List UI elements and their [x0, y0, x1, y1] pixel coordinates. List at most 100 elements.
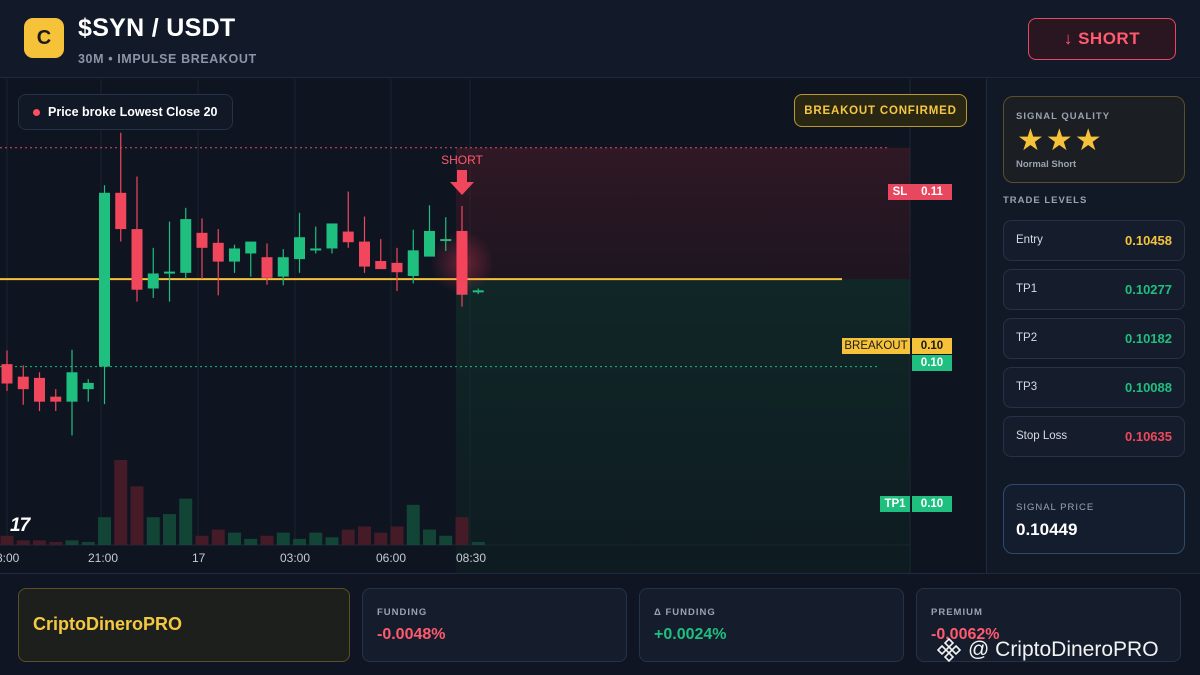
- stat-value: -0.0048%: [377, 626, 446, 643]
- time-label: 21:00: [88, 551, 119, 565]
- volume-bar: [65, 540, 79, 545]
- candle-body: [391, 262, 403, 273]
- header: C $SYN / USDT 30M • IMPULSE BREAKOUT ↓ S…: [0, 0, 1200, 78]
- delta-funding-card: Δ FUNDING +0.0024%: [639, 588, 904, 662]
- sl-tag: SL: [888, 184, 912, 200]
- volume-bar: [179, 498, 193, 545]
- volume-bar: [341, 529, 355, 545]
- volume-bar: [309, 532, 323, 545]
- volume-bar: [358, 526, 371, 545]
- volume-bar: [16, 540, 30, 545]
- volume-bar: [406, 504, 420, 545]
- time-label: 8:00: [0, 551, 20, 565]
- level-tp1: TP1 0.10277: [1003, 269, 1185, 310]
- candle-body: [17, 376, 29, 390]
- timeframe-subtitle: 30M • IMPULSE BREAKOUT: [78, 52, 257, 66]
- volume-bar: [276, 532, 290, 545]
- candle-body: [196, 232, 208, 248]
- volume-bar: [455, 517, 469, 545]
- volume-bar: [471, 541, 485, 545]
- legend-text: Price broke Lowest Close 20: [48, 105, 218, 119]
- watermark-text: @ CriptoDineroPRO: [968, 638, 1159, 661]
- target-zone: [456, 279, 910, 573]
- volume-bar: [293, 538, 306, 545]
- signal-price-title: SIGNAL PRICE: [1016, 502, 1095, 513]
- stat-value: +0.0024%: [654, 626, 727, 643]
- volume-bar: [0, 535, 14, 545]
- candle-body: [212, 242, 224, 262]
- signal-quality-title: SIGNAL QUALITY: [1016, 111, 1111, 122]
- last-price-tag: 0.10: [912, 355, 952, 371]
- price-chart[interactable]: SHORT Price broke Lowest Close 20 BREAKO…: [0, 79, 986, 573]
- volume-bar: [146, 517, 160, 545]
- level-value: 0.10458: [1125, 233, 1172, 248]
- level-label: TP3: [1016, 381, 1038, 393]
- pair-title: $SYN / USDT: [78, 14, 236, 42]
- candle-body: [245, 241, 257, 254]
- volume-bar: [325, 537, 339, 545]
- volume-bar: [33, 540, 46, 545]
- level-entry: Entry 0.10458: [1003, 220, 1185, 261]
- candle-body: [375, 260, 387, 270]
- signal-glow: [430, 230, 494, 295]
- volume-bar: [244, 538, 258, 545]
- time-label: 17: [192, 551, 206, 565]
- volume-bar: [81, 541, 95, 545]
- signal-quality-note: Normal Short: [1016, 159, 1077, 170]
- volume-bar: [114, 460, 128, 545]
- level-value: 0.10277: [1125, 282, 1172, 297]
- volume-bar: [49, 541, 63, 545]
- level-value: 0.10182: [1125, 331, 1172, 346]
- time-label: 08:30: [456, 551, 487, 565]
- volume-bar: [130, 486, 144, 545]
- candle-body: [131, 229, 143, 290]
- breakout-confirmed-badge: BREAKOUT CONFIRMED: [794, 94, 967, 127]
- candle-body: [261, 257, 273, 278]
- short-button[interactable]: ↓ SHORT: [1028, 18, 1176, 60]
- volume-bar: [374, 532, 388, 545]
- sidebar: SIGNAL QUALITY ★★★ Normal Short TRADE LE…: [986, 79, 1200, 573]
- stat-label: PREMIUM: [931, 607, 983, 618]
- tp1-tag: TP1: [880, 496, 910, 512]
- time-label: 03:00: [280, 551, 311, 565]
- tradingview-logo-icon: 17: [10, 515, 30, 536]
- binance-logo-icon: [936, 637, 962, 663]
- volume-bar: [98, 517, 111, 545]
- signal-quality-card: SIGNAL QUALITY ★★★ Normal Short: [1003, 96, 1185, 183]
- volume-bar: [211, 529, 225, 545]
- candle-body: [342, 231, 354, 243]
- volume-bar: [423, 529, 436, 545]
- sl-value-tag: 0.11: [912, 184, 952, 200]
- signal-price-card: SIGNAL PRICE 0.10449: [1003, 484, 1185, 554]
- watermark: @ CriptoDineroPRO: [936, 635, 1159, 665]
- candle-body: [66, 372, 78, 402]
- candle-body: [99, 192, 110, 367]
- candle-body: [326, 223, 338, 249]
- volume-bar: [439, 535, 453, 545]
- volume-bar: [195, 535, 209, 545]
- signal-legend: Price broke Lowest Close 20: [18, 94, 233, 130]
- breakout-tag: BREAKOUT: [842, 338, 910, 354]
- level-stop-loss: Stop Loss 0.10635: [1003, 416, 1185, 457]
- funding-card: FUNDING -0.0048%: [362, 588, 627, 662]
- candle-body: [147, 273, 159, 289]
- coin-logo: C: [24, 18, 64, 58]
- signal-price-value: 0.10449: [1016, 520, 1078, 539]
- candle-body: [294, 237, 305, 260]
- candle-body: [164, 271, 175, 274]
- level-label: TP1: [1016, 283, 1038, 295]
- candle-body: [180, 219, 192, 273]
- red-dot-icon: [33, 108, 40, 116]
- brand-name: CriptoDineroPRO: [33, 614, 183, 634]
- candle-body: [359, 241, 370, 267]
- candle-body: [407, 250, 419, 276]
- volume-bar: [163, 514, 176, 545]
- level-value: 0.10635: [1125, 429, 1172, 444]
- candle-body: [229, 248, 240, 262]
- candle-body: [1, 364, 13, 384]
- level-label: Entry: [1016, 234, 1043, 246]
- candle-body: [82, 382, 94, 390]
- trade-levels-title: TRADE LEVELS: [1003, 195, 1088, 206]
- candle-body: [50, 396, 62, 402]
- risk-zone: [456, 147, 910, 280]
